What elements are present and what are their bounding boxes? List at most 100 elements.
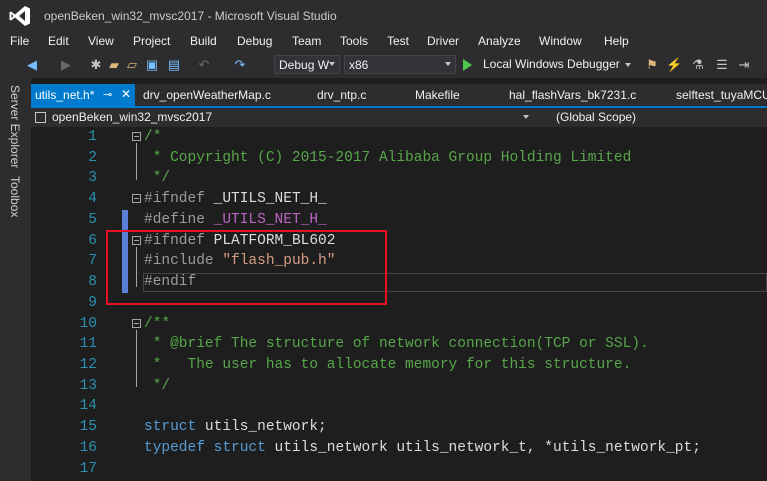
- menu-debug[interactable]: Debug: [237, 34, 272, 48]
- menu-build[interactable]: Build: [190, 34, 217, 48]
- tab-label: drv_openWeatherMap.c: [143, 88, 271, 102]
- tab-label: selftest_tuyaMCU: [676, 88, 767, 102]
- line-number: 11: [79, 336, 97, 352]
- toolbar: ◀ ▶ ✱ ▰ ▱ ▣ ▤ ↶ ↷ Debug W x86 Local Wind…: [0, 52, 767, 78]
- diagnostics-icon[interactable]: ⚡: [666, 57, 682, 73]
- solution-config-dropdown[interactable]: Debug W: [274, 55, 340, 74]
- line-number: 10: [79, 316, 97, 332]
- menu-tools[interactable]: Tools: [340, 34, 368, 48]
- tab-label: drv_ntp.c: [317, 88, 367, 102]
- line-number: 12: [79, 357, 97, 373]
- line-code: /**: [144, 316, 171, 332]
- hot-reload-icon[interactable]: ⚑: [644, 57, 660, 73]
- code-line: 3 */: [31, 168, 767, 189]
- menu-help[interactable]: Help: [604, 34, 629, 48]
- save-all-icon[interactable]: ▤: [166, 57, 182, 73]
- tab-makefile[interactable]: Makefile: [415, 84, 460, 106]
- menu-edit[interactable]: Edit: [48, 34, 69, 48]
- platform-value: x86: [349, 58, 369, 72]
- title-bar: openBeken_win32_mvsc2017 - Microsoft Vis…: [0, 0, 767, 32]
- line-code: * The user has to allocate memory for th…: [144, 357, 632, 373]
- open-file-icon[interactable]: ▱: [124, 57, 140, 73]
- line-number: 16: [79, 440, 97, 456]
- save-icon[interactable]: ▣: [144, 57, 160, 73]
- tab-drv-ntp-c[interactable]: drv_ntp.c: [317, 84, 366, 106]
- menu-test[interactable]: Test: [387, 34, 409, 48]
- line-code: struct utils_network;: [144, 419, 327, 435]
- project-name: openBeken_win32_mvsc2017: [52, 110, 213, 124]
- menu-analyze[interactable]: Analyze: [478, 34, 521, 48]
- line-code: */: [144, 170, 171, 186]
- window-title: openBeken_win32_mvsc2017 - Microsoft Vis…: [44, 9, 337, 23]
- line-number: 2: [88, 150, 97, 166]
- menu-bar: File Edit View Project Build Debug Team …: [0, 32, 767, 52]
- open-folder-icon[interactable]: ▰: [106, 57, 122, 73]
- test-explorer-icon[interactable]: ⚗: [690, 57, 706, 73]
- tab-selftest-tuyamcu[interactable]: selftest_tuyaMCU: [676, 84, 767, 106]
- code-line: 10 /**: [31, 314, 767, 335]
- project-icon: [35, 112, 46, 123]
- chevron-down-icon: [625, 63, 631, 67]
- line-number: 9: [88, 295, 97, 311]
- document-tab-bar: utils_net.h* ⊸ ✕ drv_openWeatherMap.c dr…: [31, 84, 767, 106]
- menu-project[interactable]: Project: [133, 34, 170, 48]
- menu-file[interactable]: File: [10, 34, 29, 48]
- chevron-down-icon: [523, 115, 529, 119]
- line-number: 5: [88, 212, 97, 228]
- line-code: #define _UTILS_NET_H_: [144, 212, 327, 228]
- tab-hal-flashvars-bk7231-c[interactable]: hal_flashVars_bk7231.c: [509, 84, 636, 106]
- line-code: * Copyright (C) 2015-2017 Alibaba Group …: [144, 150, 632, 166]
- side-tool-strip: Server Explorer Toolbox: [0, 78, 31, 481]
- forward-icon[interactable]: ▶: [58, 57, 74, 73]
- tab-utils-net-h[interactable]: utils_net.h* ⊸ ✕: [31, 84, 135, 106]
- indent-icon[interactable]: ⇥: [736, 57, 752, 73]
- line-number: 1: [88, 129, 97, 145]
- line-number: 4: [88, 191, 97, 207]
- redo-icon[interactable]: ↷: [232, 57, 248, 73]
- chevron-down-icon: [445, 62, 451, 66]
- collapse-icon[interactable]: [132, 194, 141, 203]
- close-icon[interactable]: ✕: [121, 87, 131, 101]
- project-dropdown[interactable]: openBeken_win32_mvsc2017: [31, 109, 534, 126]
- format-icon[interactable]: ☰: [714, 57, 730, 73]
- tab-label: hal_flashVars_bk7231.c: [509, 88, 637, 102]
- line-code: */: [144, 378, 171, 394]
- collapse-icon[interactable]: [132, 319, 141, 328]
- code-line: 5 #define _UTILS_NET_H_: [31, 210, 767, 231]
- new-project-icon[interactable]: ✱: [88, 57, 104, 73]
- code-line: 1 /*: [31, 127, 767, 148]
- code-line: 16 typedef struct utils_network utils_ne…: [31, 438, 767, 459]
- line-number: 15: [79, 419, 97, 435]
- play-icon: [463, 59, 472, 71]
- line-number: 7: [88, 253, 97, 269]
- back-icon[interactable]: ◀: [24, 57, 40, 73]
- line-number: 13: [79, 378, 97, 394]
- menu-driver[interactable]: Driver: [427, 34, 459, 48]
- annotation-highlight-box: [106, 230, 387, 305]
- platform-dropdown[interactable]: x86: [344, 55, 456, 74]
- line-code: /*: [144, 129, 162, 145]
- menu-team[interactable]: Team: [292, 34, 321, 48]
- server-explorer-tab[interactable]: Server Explorer: [8, 85, 22, 168]
- tab-drv-openweathermap-c[interactable]: drv_openWeatherMap.c: [143, 84, 271, 106]
- undo-icon[interactable]: ↶: [196, 57, 212, 73]
- line-number: 14: [79, 398, 97, 414]
- scope-name: (Global Scope): [556, 110, 637, 124]
- scope-dropdown[interactable]: (Global Scope): [540, 109, 767, 126]
- toolbox-tab[interactable]: Toolbox: [8, 176, 22, 217]
- line-number: 8: [88, 274, 97, 290]
- menu-window[interactable]: Window: [539, 34, 582, 48]
- code-editor[interactable]: 1 /* 2 * Copyright (C) 2015-2017 Alibaba…: [31, 127, 767, 481]
- collapse-icon[interactable]: [132, 132, 141, 141]
- visual-studio-logo-icon: [9, 6, 30, 26]
- solution-config-value: Debug W: [279, 58, 330, 72]
- code-line: 17: [31, 459, 767, 480]
- pin-icon[interactable]: ⊸: [103, 88, 112, 101]
- code-line: 14: [31, 396, 767, 417]
- code-line: 4 #ifndef _UTILS_NET_H_: [31, 189, 767, 210]
- start-debugging-label: Local Windows Debugger: [483, 57, 620, 71]
- tab-label: utils_net.h*: [35, 88, 95, 102]
- code-line: 15 struct utils_network;: [31, 417, 767, 438]
- menu-view[interactable]: View: [88, 34, 114, 48]
- line-code: * @brief The structure of network connec…: [144, 336, 649, 352]
